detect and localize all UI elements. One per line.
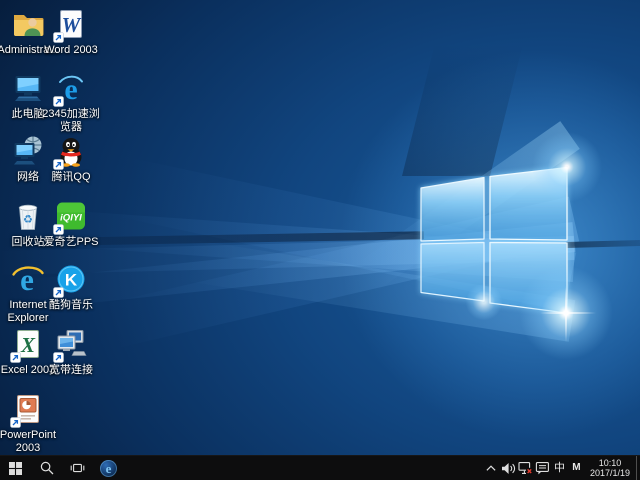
network-button[interactable]	[517, 456, 534, 480]
taskbar-clock[interactable]: 10:10 2017/1/19	[585, 456, 636, 480]
desktop-icon-powerpoint-2003[interactable]: PowerPoint 2003	[0, 392, 60, 455]
desktop-icon-label: 爱奇艺PPS	[39, 236, 103, 249]
task-view-button[interactable]	[62, 456, 93, 480]
system-tray: 中 M 10:10 2017/1/19	[483, 456, 640, 480]
task-view-icon	[70, 461, 85, 475]
desktop-icon-word-2003[interactable]: W Word 2003	[39, 7, 103, 57]
taskbar-empty-area[interactable]	[124, 456, 483, 480]
broadband-icon	[54, 327, 88, 363]
ime-mode-indicator[interactable]: 中	[551, 456, 568, 480]
shortcut-arrow-icon	[10, 352, 21, 363]
desktop-icon-2345-browser[interactable]: e2345加速浏览器	[39, 71, 103, 134]
network-disconnected-icon	[518, 461, 533, 475]
shortcut-arrow-icon	[53, 224, 64, 235]
desktop-icon-iqiyi-pps[interactable]: iQIYI 爱奇艺PPS	[39, 199, 103, 249]
kugou-icon: K	[54, 262, 88, 298]
chevron-up-icon	[485, 463, 497, 474]
search-icon	[40, 461, 54, 475]
desktop-icon-label: 腾讯QQ	[39, 171, 103, 184]
tray-overflow-button[interactable]	[483, 456, 500, 480]
desktop-icon-label: 酷狗音乐	[39, 299, 103, 312]
shortcut-arrow-icon	[53, 287, 64, 298]
browser-2345-icon: e	[54, 71, 88, 107]
desktop-icon-label: 2345加速浏览器	[39, 108, 103, 134]
windows-desktop: Administra...WWord 2003此电脑e2345加速浏览器网络腾讯…	[0, 0, 640, 480]
svg-text:iQIYI: iQIYI	[60, 213, 82, 224]
taskbar: e	[0, 455, 640, 480]
start-button[interactable]	[0, 456, 31, 480]
desktop-icon-kugou-music[interactable]: K 酷狗音乐	[39, 262, 103, 312]
svg-text:♻: ♻	[23, 214, 33, 226]
clock-date: 2017/1/19	[590, 468, 630, 479]
taskbar-browser-button[interactable]: e	[93, 456, 124, 480]
volume-icon	[501, 462, 516, 475]
shortcut-arrow-icon	[53, 32, 64, 43]
svg-text:W: W	[62, 13, 82, 37]
message-bubble-icon	[535, 461, 550, 475]
shortcut-arrow-icon	[53, 96, 64, 107]
word-icon: W	[54, 7, 88, 43]
show-desktop-button[interactable]	[636, 456, 640, 480]
desktop-icon-label: PowerPoint 2003	[0, 429, 60, 455]
desktop-icon-broadband[interactable]: 宽带连接	[39, 327, 103, 377]
iqiyi-icon: iQIYI	[54, 199, 88, 235]
shortcut-arrow-icon	[53, 352, 64, 363]
ime-language-indicator[interactable]: M	[568, 456, 585, 480]
browser-e-icon: e	[100, 460, 117, 477]
search-button[interactable]	[31, 456, 62, 480]
desktop-icon-label: 宽带连接	[39, 364, 103, 377]
notification-button[interactable]	[534, 456, 551, 480]
shortcut-arrow-icon	[10, 417, 21, 428]
shortcut-arrow-icon	[53, 159, 64, 170]
qq-icon	[54, 134, 88, 170]
svg-text:X: X	[20, 333, 36, 357]
powerpoint-icon	[11, 392, 45, 428]
svg-text:K: K	[65, 271, 78, 290]
windows-start-icon	[9, 462, 22, 475]
desktop-icon-tencent-qq[interactable]: 腾讯QQ	[39, 134, 103, 184]
desktop-icons: Administra...WWord 2003此电脑e2345加速浏览器网络腾讯…	[0, 0, 640, 455]
volume-button[interactable]	[500, 456, 517, 480]
clock-time: 10:10	[590, 458, 630, 469]
desktop-icon-label: Word 2003	[39, 44, 103, 57]
